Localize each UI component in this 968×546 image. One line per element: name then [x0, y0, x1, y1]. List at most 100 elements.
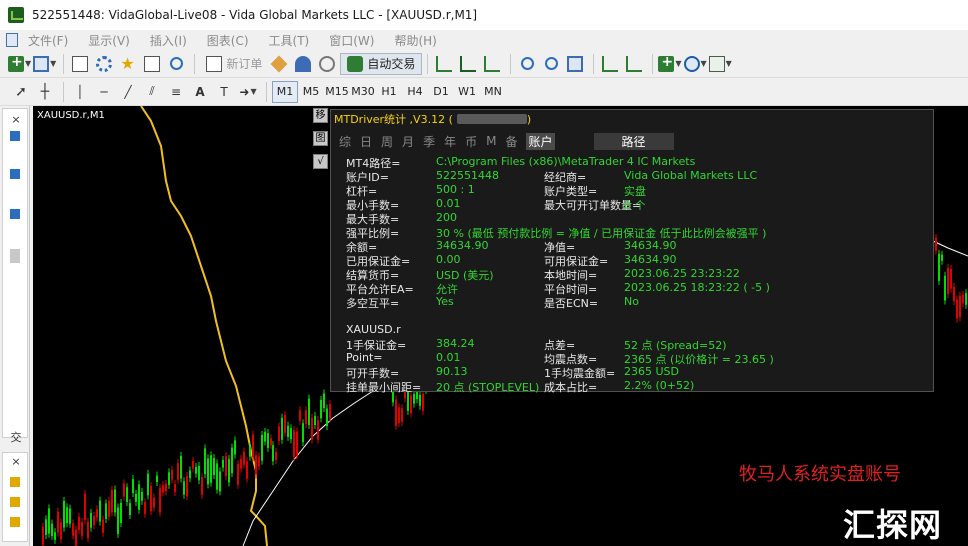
- text-button[interactable]: A: [189, 81, 211, 103]
- timeframe-h4[interactable]: H4: [402, 81, 428, 103]
- data-window-button[interactable]: [93, 53, 115, 75]
- zoom-in-button[interactable]: [516, 53, 538, 75]
- tab-week[interactable]: 周: [381, 133, 393, 150]
- candle-body: [965, 293, 967, 305]
- indicators-button[interactable]: ▼: [658, 53, 682, 75]
- navigator-button[interactable]: ★: [117, 53, 139, 75]
- menu-view[interactable]: 显示(V): [88, 32, 130, 49]
- tab-currency[interactable]: 币: [465, 133, 477, 150]
- info-value: C:\Program Files (x86)\MetaTrader 4 IC M…: [436, 155, 696, 168]
- new-chart-button[interactable]: ▼: [8, 53, 31, 75]
- navigator-panel[interactable]: ×: [2, 452, 28, 542]
- market-watch-button[interactable]: [69, 53, 91, 75]
- periods-button[interactable]: ▼: [683, 53, 707, 75]
- candle-body: [75, 529, 77, 546]
- chart-toggle-button[interactable]: 图: [313, 131, 328, 146]
- star-icon: ★: [120, 53, 135, 73]
- info-label: 多空互平=: [346, 297, 400, 310]
- radio-button[interactable]: [316, 53, 338, 75]
- vertical-line-button[interactable]: │: [69, 81, 91, 103]
- chart-shift-icon: [626, 55, 643, 72]
- terminal-button[interactable]: [141, 53, 163, 75]
- signals-button[interactable]: [292, 53, 314, 75]
- zoom-out-button[interactable]: [540, 53, 562, 75]
- close-icon[interactable]: ×: [9, 113, 23, 127]
- candle-body: [102, 519, 104, 533]
- tab-overall[interactable]: 综: [339, 133, 351, 150]
- tab-account[interactable]: 账户: [526, 132, 555, 150]
- info-value: 0.01: [436, 197, 461, 210]
- fibonacci-button[interactable]: ≡: [165, 81, 187, 103]
- candle-body: [141, 491, 143, 501]
- candle-body: [159, 487, 161, 513]
- text-label-button[interactable]: T: [213, 81, 235, 103]
- candle-body: [51, 523, 53, 536]
- metaeditor-button[interactable]: [268, 53, 290, 75]
- horizontal-line-button[interactable]: ─: [93, 81, 115, 103]
- candle-body: [413, 394, 415, 404]
- candle-body: [272, 445, 274, 462]
- profiles-icon: [33, 55, 50, 72]
- templates-button[interactable]: ▼: [708, 53, 732, 75]
- tab-day[interactable]: 日: [360, 133, 372, 150]
- candle-body: [72, 523, 74, 536]
- candle-body: [299, 410, 301, 421]
- move-button[interactable]: 移: [313, 108, 328, 123]
- menu-tools[interactable]: 工具(T): [269, 32, 310, 49]
- tile-windows-button[interactable]: [564, 53, 586, 75]
- auto-trading-button[interactable]: 自动交易: [340, 52, 423, 75]
- arrows-button[interactable]: ➜ ▼: [237, 81, 259, 103]
- candle-body: [219, 471, 221, 492]
- candle-body: [147, 473, 149, 496]
- menu-help[interactable]: 帮助(H): [394, 32, 436, 49]
- signal-icon: [319, 55, 336, 72]
- timeframe-m30[interactable]: M30: [350, 81, 376, 103]
- new-order-label: 新订单: [226, 57, 263, 71]
- tab-magic[interactable]: M: [486, 134, 496, 148]
- tab-notes[interactable]: 备: [505, 133, 517, 150]
- tab-quarter[interactable]: 季: [423, 133, 435, 150]
- close-icon[interactable]: ×: [9, 455, 23, 469]
- menu-insert[interactable]: 插入(I): [150, 32, 187, 49]
- candle-body: [165, 483, 167, 492]
- timeframe-m15[interactable]: M15: [324, 81, 350, 103]
- candlestick-button[interactable]: [457, 53, 479, 75]
- info-label: 是否ECN=: [544, 297, 599, 310]
- timeframe-mn[interactable]: MN: [480, 81, 506, 103]
- scroll-thumb[interactable]: [10, 249, 20, 263]
- timeframe-d1[interactable]: D1: [428, 81, 454, 103]
- channel-button[interactable]: ⫽: [141, 81, 163, 103]
- autoscroll-button[interactable]: [599, 53, 621, 75]
- tab-trade[interactable]: 交: [9, 431, 23, 445]
- candle-body: [183, 481, 185, 495]
- candle-body: [108, 500, 110, 517]
- info-value: 34634.90: [624, 253, 677, 266]
- candle-body: [201, 477, 203, 495]
- market-watch-panel[interactable]: × 交: [2, 108, 28, 444]
- new-order-button[interactable]: 新订单: [200, 53, 268, 75]
- cursor-button[interactable]: ➚: [10, 81, 32, 103]
- document-icon[interactable]: [6, 33, 18, 47]
- candle-body: [302, 423, 304, 443]
- channel-icon: ⫽: [149, 84, 155, 98]
- menu-charts[interactable]: 图表(C): [207, 32, 249, 49]
- line-chart-button[interactable]: [481, 53, 503, 75]
- strategy-tester-button[interactable]: [165, 53, 187, 75]
- candle-body: [111, 489, 113, 513]
- zoom-in-icon: [520, 57, 534, 70]
- timeframe-m5[interactable]: M5: [298, 81, 324, 103]
- crosshair-button[interactable]: ┼: [34, 81, 56, 103]
- tab-path[interactable]: 路径: [593, 132, 674, 150]
- timeframe-h1[interactable]: H1: [376, 81, 402, 103]
- tab-month[interactable]: 月: [402, 133, 414, 150]
- timeframe-w1[interactable]: W1: [454, 81, 480, 103]
- tab-year[interactable]: 年: [444, 133, 456, 150]
- trendline-button[interactable]: ╱: [117, 81, 139, 103]
- menu-file[interactable]: 文件(F): [28, 32, 68, 49]
- bar-chart-button[interactable]: [433, 53, 455, 75]
- profiles-button[interactable]: ▼: [33, 53, 56, 75]
- menu-window[interactable]: 窗口(W): [329, 32, 374, 49]
- chart-shift-button[interactable]: [623, 53, 645, 75]
- timeframe-m1[interactable]: M1: [272, 80, 298, 103]
- check-button[interactable]: √: [313, 154, 328, 169]
